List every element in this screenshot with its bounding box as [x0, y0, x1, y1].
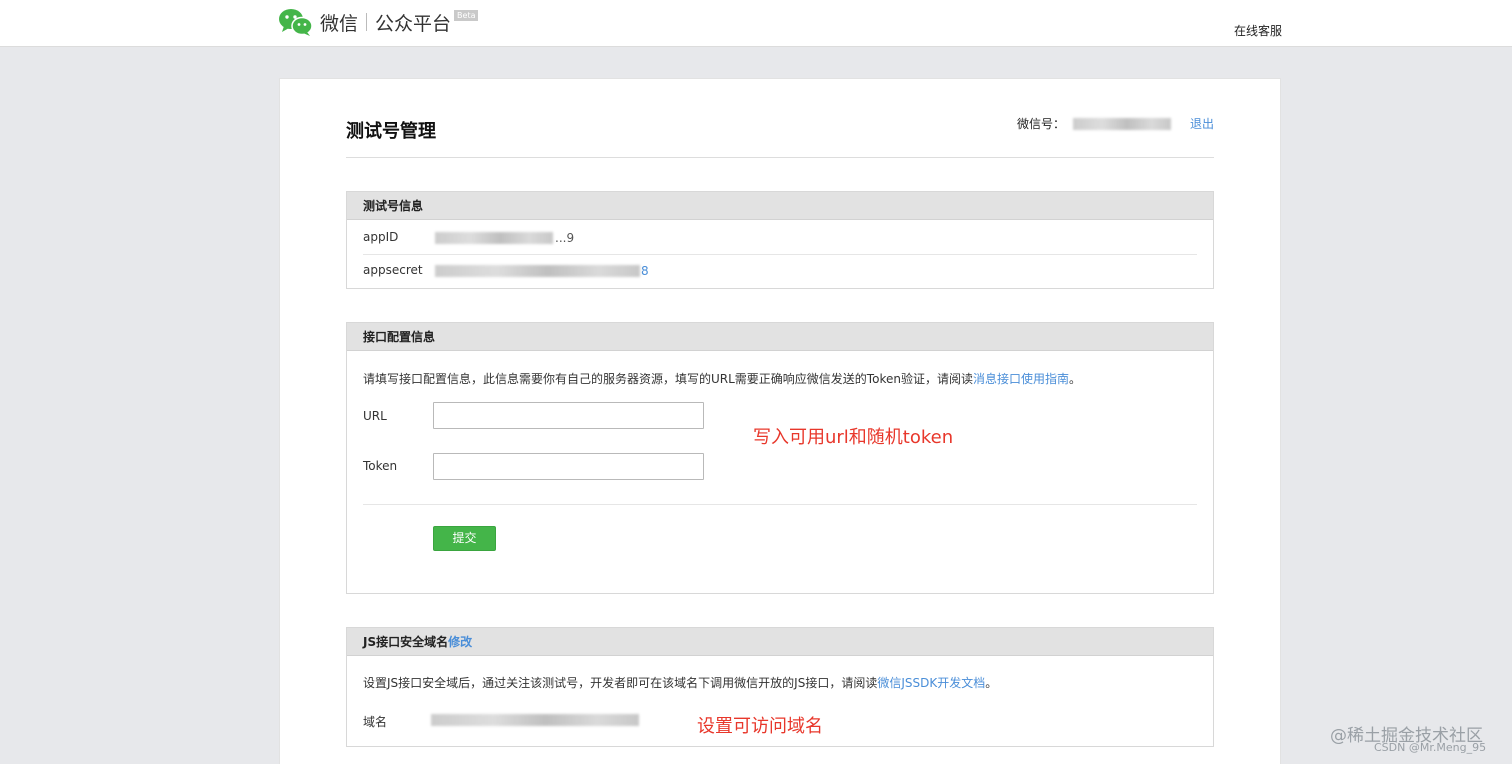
token-input[interactable] — [433, 453, 704, 480]
logout-link[interactable]: 退出 — [1190, 115, 1214, 132]
account-info: 微信号： — [1017, 115, 1172, 132]
appid-value: ...9 — [435, 231, 574, 245]
form-divider — [363, 504, 1197, 505]
domain-label: 域名 — [363, 715, 388, 729]
account-id-redacted — [1073, 117, 1172, 130]
interface-config-heading: 接口配置信息 — [347, 323, 1213, 351]
watermark-csdn: CSDN @Mr.Meng_95 — [1374, 741, 1487, 754]
row-divider — [363, 254, 1197, 255]
url-label: URL — [363, 409, 387, 423]
domain-redacted — [431, 714, 639, 726]
js-domain-description: 设置JS接口安全域后，通过关注该测试号，开发者即可在该域名下调用微信开放的JS接… — [363, 676, 998, 690]
appid-label: appID — [363, 230, 399, 244]
js-domain-edit-link[interactable]: 修改 — [448, 635, 472, 649]
title-divider — [346, 157, 1214, 158]
test-account-info-panel: 测试号信息 appID ...9 appsecret 8 — [346, 191, 1214, 289]
js-domain-panel: JS接口安全域名修改 设置JS接口安全域后，通过关注该测试号，开发者即可在该域名… — [346, 627, 1214, 747]
url-input[interactable] — [433, 402, 704, 429]
interface-config-panel: 接口配置信息 请填写接口配置信息，此信息需要你有自己的服务器资源，填写的URL需… — [346, 322, 1214, 594]
brand-name: 微信 — [320, 12, 359, 35]
appsecret-value: 8 — [435, 264, 649, 278]
top-navigation-bar: 微信 公众平台 Beta 在线客服 — [0, 0, 1512, 47]
wechat-logo[interactable]: 微信 公众平台 Beta — [278, 6, 479, 38]
test-account-info-heading: 测试号信息 — [347, 192, 1213, 220]
domain-annotation: 设置可访问域名 — [697, 716, 823, 737]
appsecret-label: appsecret — [363, 263, 423, 277]
message-interface-guide-link[interactable]: 消息接口使用指南 — [973, 372, 1069, 386]
jssdk-doc-link[interactable]: 微信JSSDK开发文档 — [877, 676, 985, 690]
logo-divider — [366, 13, 368, 31]
account-label: 微信号： — [1017, 117, 1066, 131]
wechat-icon — [278, 7, 314, 37]
main-content-card: 测试号管理 微信号： 退出 测试号信息 appID ...9 appsecret… — [279, 78, 1281, 764]
page-title: 测试号管理 — [346, 121, 436, 142]
interface-config-description: 请填写接口配置信息，此信息需要你有自己的服务器资源，填写的URL需要正确响应微信… — [363, 372, 1081, 386]
platform-name: 公众平台 — [375, 12, 452, 35]
submit-button[interactable]: 提交 — [433, 526, 496, 551]
js-domain-heading: JS接口安全域名修改 — [347, 628, 1213, 656]
domain-value — [431, 714, 639, 729]
token-label: Token — [363, 459, 398, 473]
beta-badge: Beta — [454, 9, 479, 21]
appsecret-redacted — [435, 265, 640, 277]
url-token-annotation: 写入可用url和随机token — [753, 427, 954, 448]
online-support-link[interactable]: 在线客服 — [1234, 22, 1282, 39]
appid-redacted — [435, 232, 553, 244]
